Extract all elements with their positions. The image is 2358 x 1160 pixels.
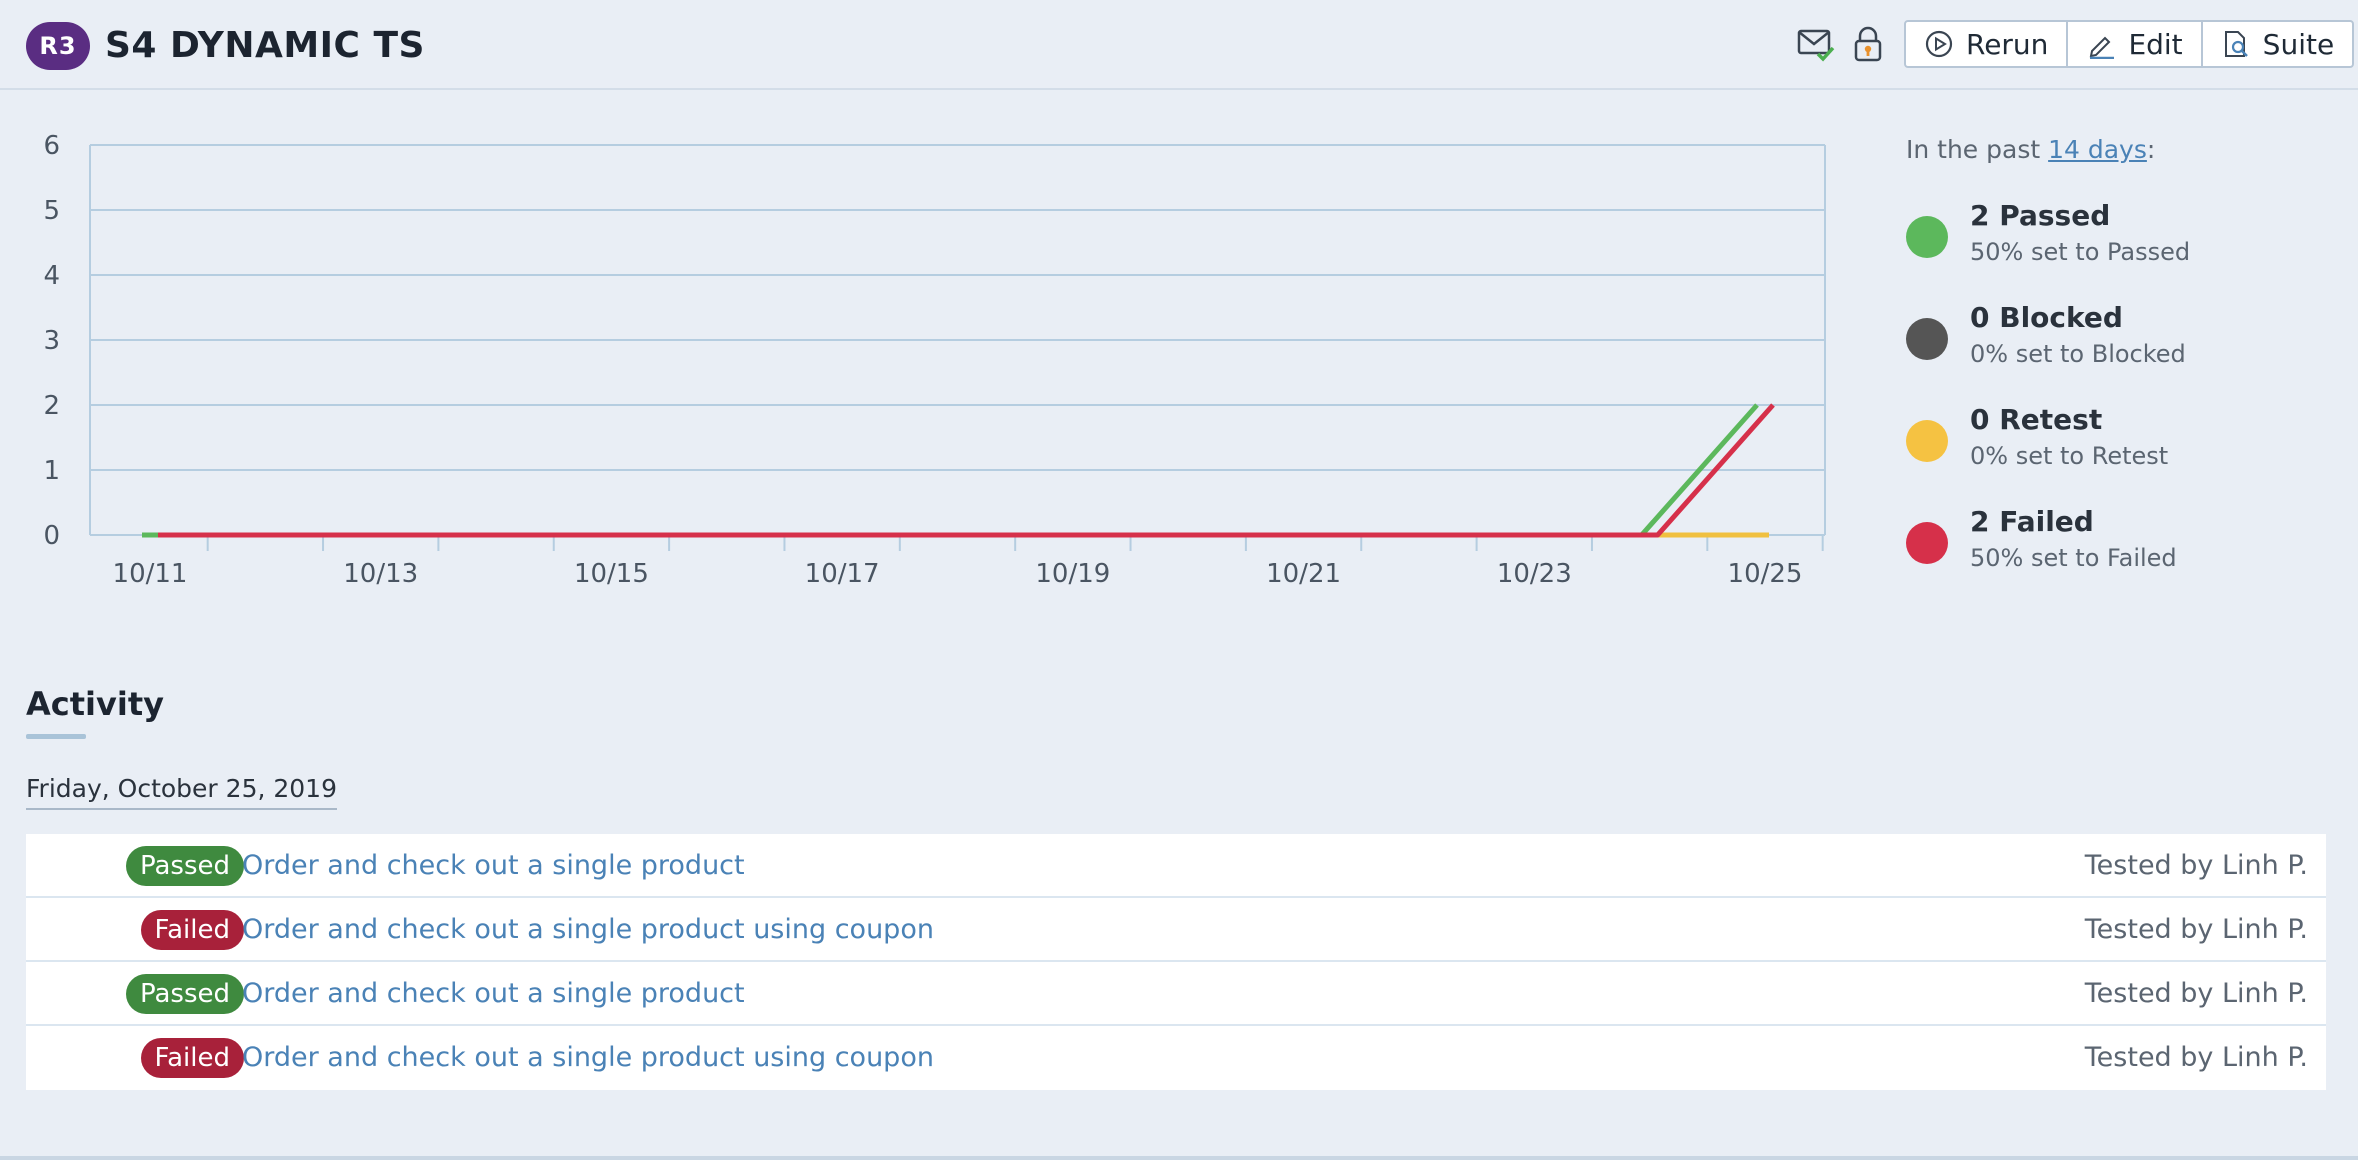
document-search-icon	[2224, 31, 2248, 57]
y-tick-label: 6	[43, 131, 60, 161]
activity-row: Passed Order and check out a single prod…	[26, 834, 2326, 898]
activity-date: Friday, October 25, 2019	[26, 772, 337, 810]
x-tick-label: 10/13	[343, 559, 418, 589]
y-tick-label: 1	[43, 456, 60, 486]
test-link[interactable]: Order and check out a single product usi…	[242, 1026, 934, 1090]
legend-item-blocked: 0 Blocked 0% set to Blocked	[1906, 300, 2326, 380]
rerun-button[interactable]: Rerun	[1906, 22, 2069, 66]
x-tick-label: 10/11	[113, 559, 188, 589]
legend-intro-prefix: In the past	[1906, 135, 2049, 164]
x-tick-label: 10/17	[805, 559, 880, 589]
suite-label: Suite	[2262, 27, 2335, 61]
tester-label: Tested by Linh P.	[2084, 914, 2308, 945]
x-tick-label: 10/23	[1497, 559, 1572, 589]
page-bottom-border	[0, 1156, 2358, 1160]
legend-count: 2 Failed	[1970, 505, 2094, 538]
legend-count: 0 Blocked	[1970, 301, 2123, 334]
retest-dot-icon	[1906, 420, 1948, 462]
page-title: S4 DYNAMIC TS	[105, 25, 425, 66]
legend-item-failed: 2 Failed 50% set to Failed	[1906, 504, 2326, 584]
mail-check-icon[interactable]	[1796, 24, 1836, 64]
play-circle-icon	[1925, 30, 1953, 58]
chart-svg: 0 1 2 3 4 5 6 10/11 10/13 10/15 10/17 10/19 10/21 10/…	[43, 131, 1826, 589]
legend-count: 0 Retest	[1970, 403, 2103, 436]
x-tick-label: 10/15	[574, 559, 649, 589]
tester-label: Tested by Linh P.	[2084, 850, 2308, 881]
legend-item-retest: 0 Retest 0% set to Retest	[1906, 402, 2326, 482]
status-badge: Failed	[140, 1038, 244, 1078]
legend-percent: 0% set to Blocked	[1970, 340, 2186, 368]
blocked-dot-icon	[1906, 318, 1948, 360]
edit-label: Edit	[2128, 27, 2183, 61]
suite-button[interactable]: Suite	[2203, 22, 2353, 66]
test-link[interactable]: Order and check out a single product	[242, 834, 745, 898]
lock-icon[interactable]	[1848, 24, 1888, 64]
run-badge: R3	[26, 22, 90, 70]
results-chart: 0 1 2 3 4 5 6 10/11 10/13 10/15 10/17 10/19 10/21 10/…	[0, 120, 1870, 600]
legend-item-passed: 2 Passed 50% set to Passed	[1906, 198, 2326, 278]
y-tick-label: 4	[43, 261, 60, 291]
chart-legend: In the past 14 days: 2 Passed 50% set to…	[1906, 132, 2326, 572]
y-tick-label: 0	[43, 521, 60, 551]
activity-row: Passed Order and check out a single prod…	[26, 962, 2326, 1026]
legend-percent: 0% set to Retest	[1970, 442, 2169, 470]
header-button-group: Rerun Edit Suite	[1904, 20, 2355, 68]
tester-label: Tested by Linh P.	[2084, 1042, 2308, 1073]
page-header: R3 S4 DYNAMIC TS Rerun Edit Suite	[0, 0, 2358, 90]
test-link[interactable]: Order and check out a single product usi…	[242, 898, 934, 962]
activity-row: Failed Order and check out a single prod…	[26, 1026, 2326, 1090]
x-tick-label: 10/19	[1035, 559, 1110, 589]
x-tick-label: 10/21	[1266, 559, 1341, 589]
edit-button[interactable]: Edit	[2068, 22, 2203, 66]
legend-percent: 50% set to Passed	[1970, 238, 2191, 266]
passed-dot-icon	[1906, 216, 1948, 258]
test-link[interactable]: Order and check out a single product	[242, 962, 745, 1026]
y-tick-label: 3	[43, 326, 60, 356]
status-badge: Passed	[125, 846, 244, 886]
failed-dot-icon	[1906, 522, 1948, 564]
activity-row: Failed Order and check out a single prod…	[26, 898, 2326, 962]
y-tick-label: 5	[43, 196, 60, 226]
status-badge: Failed	[140, 910, 244, 950]
days-range-link[interactable]: 14 days	[2048, 135, 2147, 164]
legend-count: 2 Passed	[1970, 199, 2111, 232]
legend-percent: 50% set to Failed	[1970, 544, 2177, 572]
status-badge: Passed	[125, 974, 244, 1014]
legend-intro-suffix: :	[2146, 135, 2156, 164]
y-tick-label: 2	[43, 391, 60, 421]
activity-list: Passed Order and check out a single prod…	[26, 834, 2326, 1090]
x-tick-label: 10/25	[1728, 559, 1803, 589]
pencil-icon	[2090, 36, 2115, 59]
tester-label: Tested by Linh P.	[2084, 978, 2308, 1009]
activity-heading: Activity	[26, 685, 164, 723]
activity-heading-underline	[26, 734, 86, 739]
legend-intro: In the past 14 days:	[1906, 132, 2326, 168]
rerun-label: Rerun	[1966, 27, 2049, 61]
